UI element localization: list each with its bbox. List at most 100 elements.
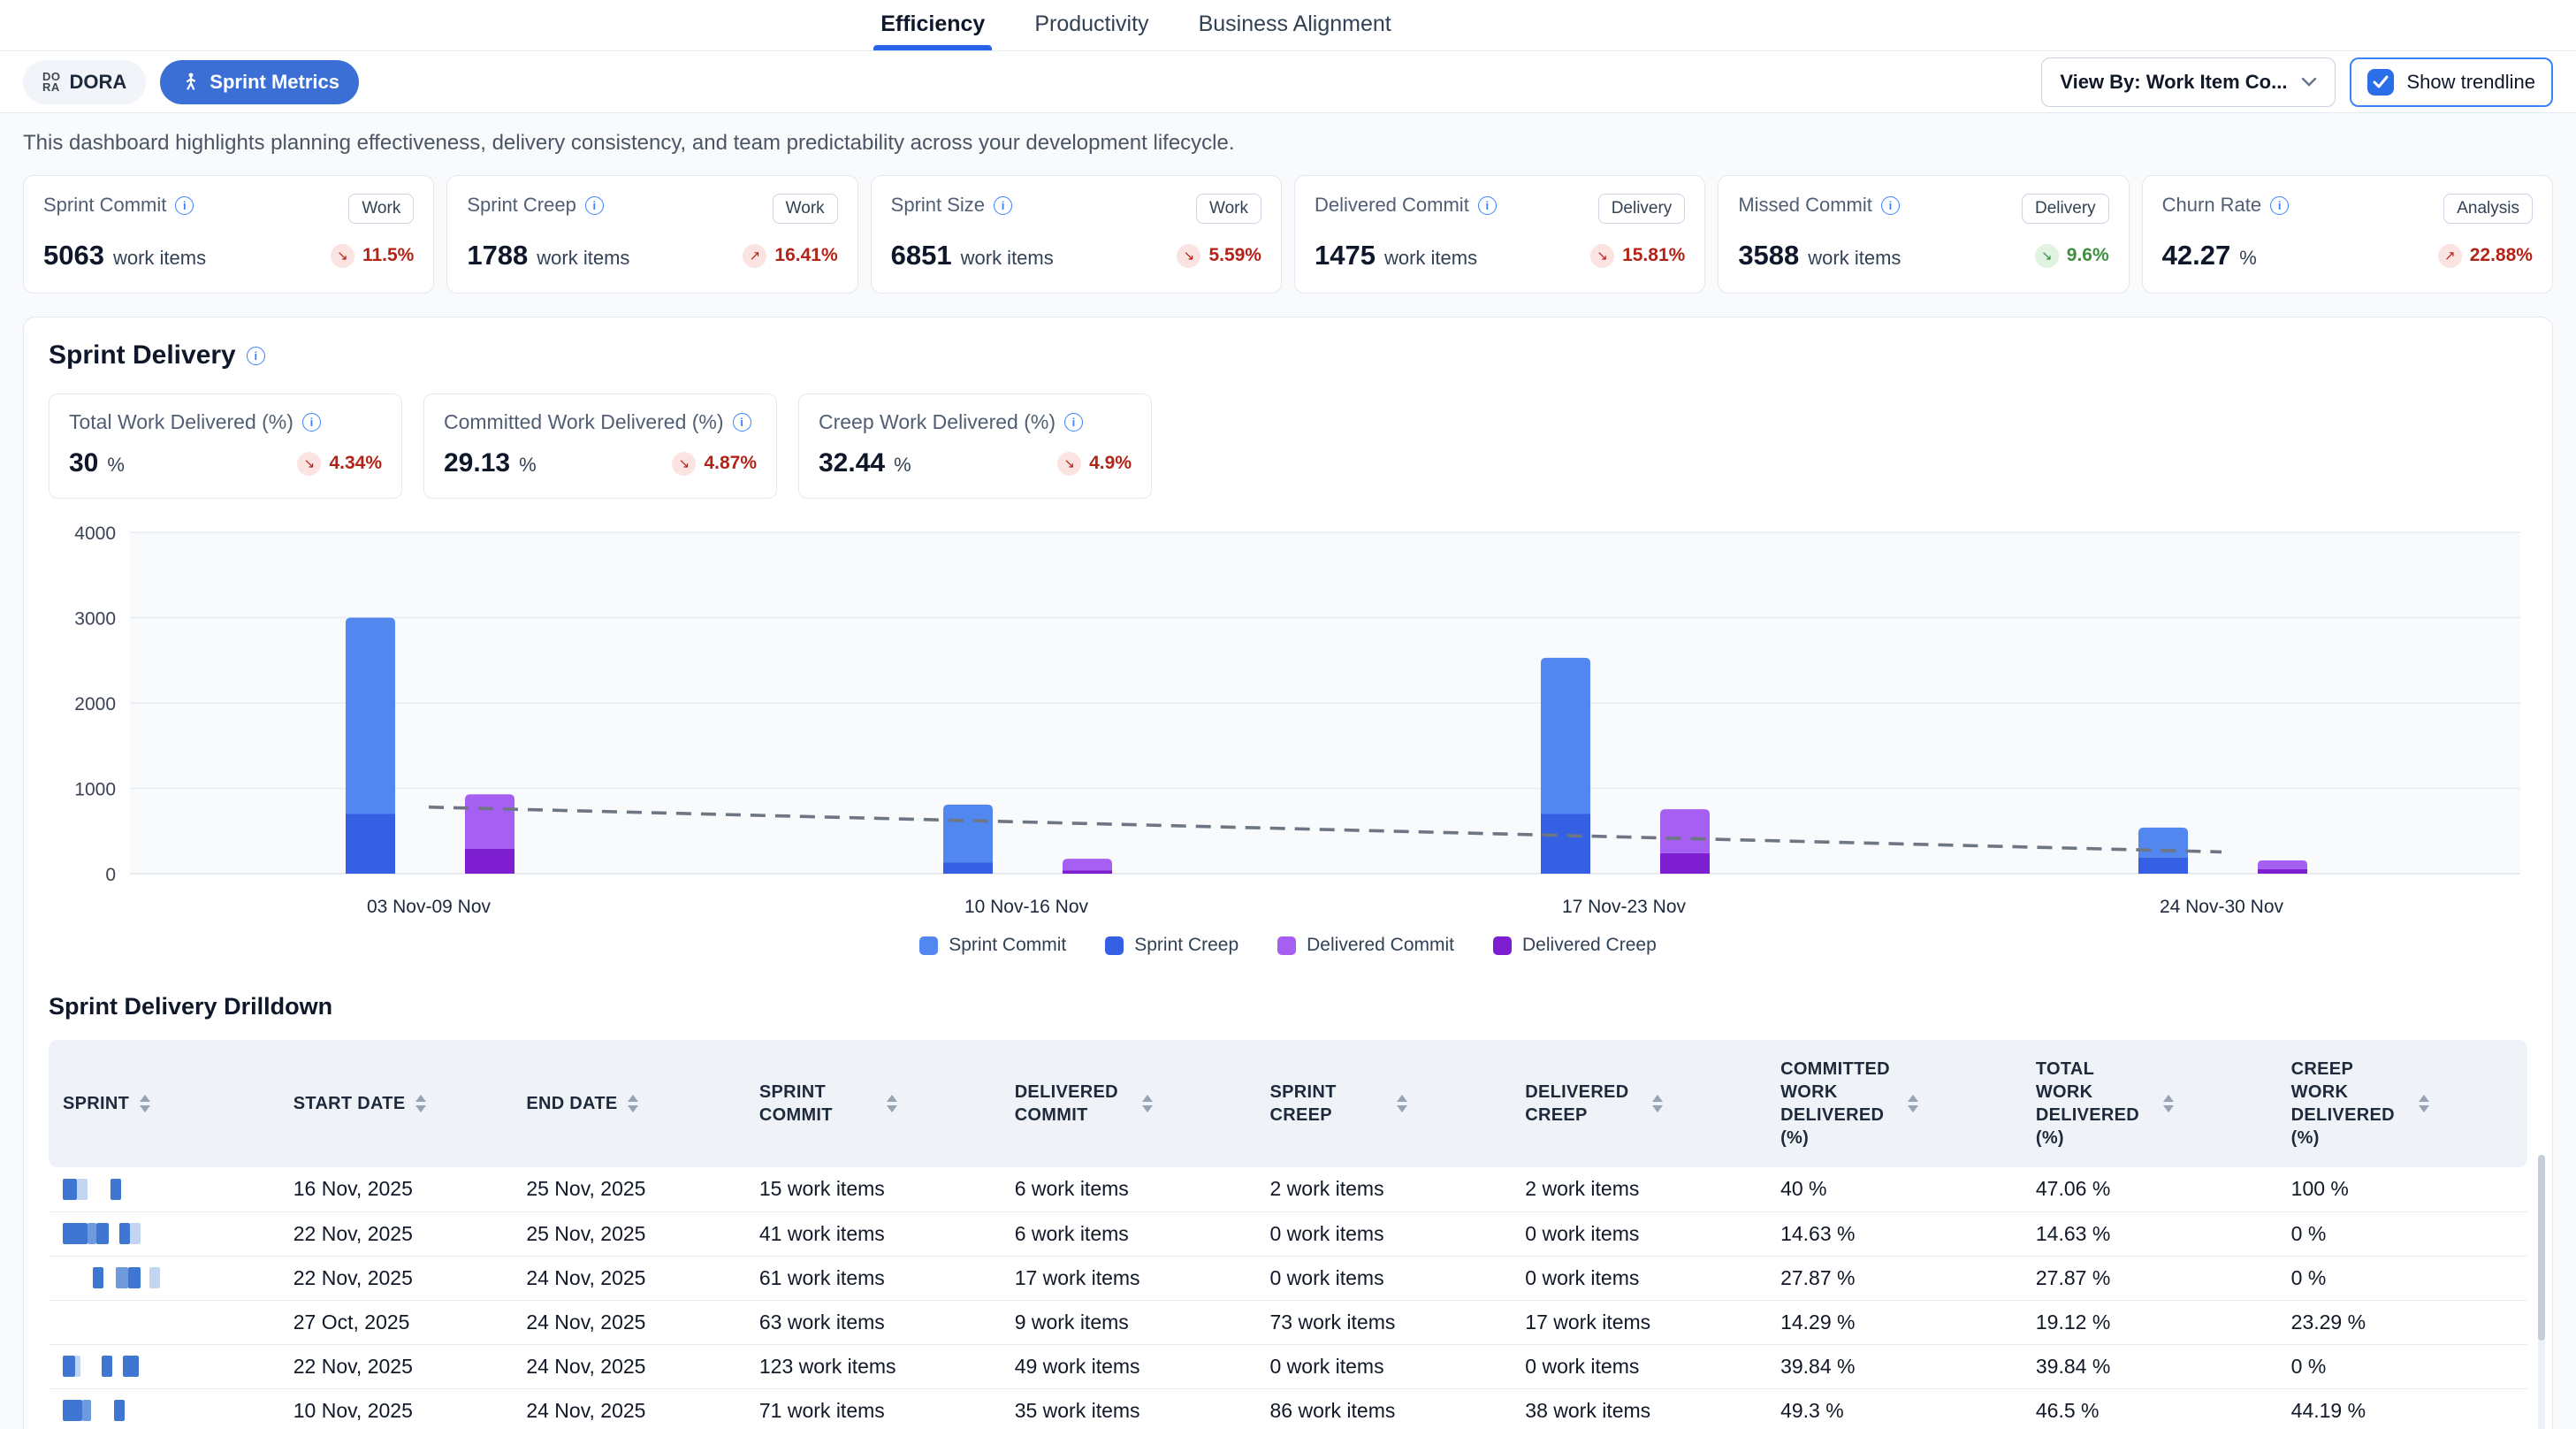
bar-delivered-creep[interactable] bbox=[2258, 869, 2307, 874]
metric-card-missed-commit: Missed CommitiDelivery3588work items↘9.6… bbox=[1718, 175, 2129, 294]
bar-delivered-creep[interactable] bbox=[465, 849, 514, 874]
column-header-sort-button[interactable]: DELIVERED CREEP bbox=[1525, 1081, 1752, 1127]
metric-card-sprint-commit: Sprint CommitiWork5063work items↘11.5% bbox=[23, 175, 434, 294]
bar-sprint-commit[interactable] bbox=[2138, 828, 2188, 858]
redacted-sprint-name bbox=[63, 1222, 265, 1245]
view-by-select[interactable]: View By: Work Item Co... bbox=[2041, 57, 2336, 107]
sort-arrows-icon bbox=[2163, 1095, 2174, 1112]
table-row[interactable]: 22 Nov, 202524 Nov, 2025123 work items49… bbox=[49, 1344, 2527, 1388]
dora-button-label: DORA bbox=[70, 71, 127, 94]
cell-end_date: 24 Nov, 2025 bbox=[512, 1388, 745, 1429]
bar-sprint-creep[interactable] bbox=[346, 814, 395, 874]
checkmark-icon bbox=[2373, 75, 2389, 88]
column-header-sprint_commit: SPRINT COMMIT bbox=[745, 1040, 1001, 1167]
show-trendline-toggle[interactable]: Show trendline bbox=[2350, 57, 2553, 107]
trend-value: 5.59% bbox=[1208, 245, 1261, 266]
column-header-sort-button[interactable]: SPRINT CREEP bbox=[1269, 1081, 1497, 1127]
table-row[interactable]: 16 Nov, 202525 Nov, 202515 work items6 w… bbox=[49, 1167, 2527, 1211]
column-header-sort-button[interactable]: CREEP WORK DELIVERED (%) bbox=[2291, 1058, 2513, 1150]
bar-sprint-commit[interactable] bbox=[943, 805, 993, 863]
sort-arrows-icon bbox=[415, 1095, 426, 1112]
metric-value-wrap: 42.27% bbox=[2162, 240, 2257, 271]
tab-business-alignment[interactable]: Business Alignment bbox=[1197, 0, 1393, 50]
subcard-value: 30 bbox=[69, 448, 98, 478]
tab-productivity[interactable]: Productivity bbox=[1033, 0, 1150, 50]
info-icon[interactable]: i bbox=[175, 196, 194, 215]
column-header-delivered_commit: DELIVERED COMMIT bbox=[1001, 1040, 1256, 1167]
bar-delivered-commit[interactable] bbox=[1660, 809, 1710, 853]
column-header-sort-button[interactable]: START DATE bbox=[293, 1092, 499, 1115]
subcard-value-wrap: 30% bbox=[69, 448, 125, 478]
metric-cards-row: Sprint CommitiWork5063work items↘11.5%Sp… bbox=[23, 175, 2553, 294]
redacted-sprint-name bbox=[63, 1266, 265, 1289]
trendline-checkbox[interactable] bbox=[2367, 69, 2394, 96]
bar-delivered-commit[interactable] bbox=[1063, 859, 1112, 870]
column-header-sort-button[interactable]: SPRINT bbox=[63, 1092, 265, 1115]
sprint-delivery-title: Sprint Delivery bbox=[49, 340, 236, 371]
tab-label: Productivity bbox=[1034, 11, 1148, 36]
bar-delivered-commit[interactable] bbox=[2258, 860, 2307, 869]
tab-efficiency[interactable]: Efficiency bbox=[879, 0, 987, 50]
legend-item-delivered-creep[interactable]: Delivered Creep bbox=[1493, 935, 1657, 956]
metric-card-title: Sprint Commit bbox=[43, 194, 166, 217]
cell-start_date: 16 Nov, 2025 bbox=[279, 1167, 513, 1211]
cell-creep_work_delivered_pct: 44.19 % bbox=[2277, 1388, 2527, 1429]
metric-card-header: Sprint CommitiWork bbox=[43, 194, 414, 224]
info-icon[interactable]: i bbox=[2270, 196, 2289, 215]
bar-sprint-creep[interactable] bbox=[943, 862, 993, 874]
trend-indicator: ↘5.59% bbox=[1177, 244, 1261, 268]
info-icon[interactable]: i bbox=[585, 196, 604, 215]
info-icon[interactable]: i bbox=[247, 347, 265, 365]
sort-arrows-icon bbox=[1652, 1095, 1663, 1112]
table-row[interactable]: 22 Nov, 202524 Nov, 202561 work items17 … bbox=[49, 1256, 2527, 1300]
subcard-value: 29.13 bbox=[444, 448, 510, 478]
info-icon[interactable]: i bbox=[1881, 196, 1900, 215]
bar-sprint-creep[interactable] bbox=[2138, 858, 2188, 874]
cell-committed_work_delivered_pct: 49.3 % bbox=[1766, 1388, 2022, 1429]
info-icon[interactable]: i bbox=[1478, 196, 1497, 215]
column-header-sort-button[interactable]: SPRINT COMMIT bbox=[759, 1081, 987, 1127]
redaction-block bbox=[93, 1267, 103, 1288]
cell-total_work_delivered_pct: 47.06 % bbox=[2022, 1167, 2277, 1211]
info-icon[interactable]: i bbox=[1064, 413, 1083, 432]
bar-delivered-commit[interactable] bbox=[465, 794, 514, 849]
bar-delivered-creep[interactable] bbox=[1063, 870, 1112, 874]
column-header-sort-button[interactable]: DELIVERED COMMIT bbox=[1015, 1081, 1242, 1127]
subcard-title: Committed Work Delivered (%) bbox=[444, 410, 724, 434]
legend-item-sprint-creep[interactable]: Sprint Creep bbox=[1105, 935, 1238, 956]
table-row[interactable]: 22 Nov, 202525 Nov, 202541 work items6 w… bbox=[49, 1211, 2527, 1256]
metric-value-wrap: 6851work items bbox=[891, 240, 1054, 271]
info-icon[interactable]: i bbox=[994, 196, 1012, 215]
table-scrollbar-thumb[interactable] bbox=[2538, 1155, 2545, 1341]
toolbar-left: DORA DORA Sprint Metrics bbox=[23, 60, 359, 104]
info-icon[interactable]: i bbox=[302, 413, 321, 432]
column-header-sort-button[interactable]: COMMITTED WORK DELIVERED (%) bbox=[1780, 1058, 2008, 1150]
trend-indicator: ↘4.34% bbox=[297, 452, 382, 476]
table-row[interactable]: 10 Nov, 202524 Nov, 202571 work items35 … bbox=[49, 1388, 2527, 1429]
table-scrollbar[interactable] bbox=[2538, 1155, 2545, 1429]
legend-item-delivered-commit[interactable]: Delivered Commit bbox=[1277, 935, 1454, 956]
cell-sprint_creep: 0 work items bbox=[1255, 1211, 1511, 1256]
bar-sprint-commit[interactable] bbox=[1541, 658, 1590, 814]
column-header-sort-button[interactable]: TOTAL WORK DELIVERED (%) bbox=[2036, 1058, 2263, 1150]
cell-committed_work_delivered_pct: 14.29 % bbox=[1766, 1300, 2022, 1344]
bar-delivered-creep[interactable] bbox=[1660, 853, 1710, 874]
sort-arrows-icon bbox=[1908, 1095, 1918, 1112]
trend-indicator: ↘15.81% bbox=[1590, 244, 1685, 268]
redaction-block bbox=[123, 1356, 139, 1377]
redaction-block bbox=[112, 1356, 123, 1377]
info-icon[interactable]: i bbox=[733, 413, 751, 432]
cell-delivered_creep: 17 work items bbox=[1511, 1300, 1766, 1344]
column-header-sort-button[interactable]: END DATE bbox=[526, 1092, 731, 1115]
dora-button[interactable]: DORA DORA bbox=[23, 60, 146, 104]
cell-sprint_commit: 41 work items bbox=[745, 1211, 1001, 1256]
metric-card-body: 6851work items ↘5.59% bbox=[891, 240, 1261, 271]
cell-sprint bbox=[49, 1167, 279, 1211]
table-row[interactable]: 27 Oct, 202524 Nov, 202563 work items9 w… bbox=[49, 1300, 2527, 1344]
bar-sprint-commit[interactable] bbox=[346, 618, 395, 814]
cell-total_work_delivered_pct: 14.63 % bbox=[2022, 1211, 2277, 1256]
bar-sprint-creep[interactable] bbox=[1541, 814, 1590, 874]
cell-sprint_commit: 71 work items bbox=[745, 1388, 1001, 1429]
legend-item-sprint-commit[interactable]: Sprint Commit bbox=[919, 935, 1066, 956]
sprint-metrics-button[interactable]: Sprint Metrics bbox=[160, 60, 359, 104]
